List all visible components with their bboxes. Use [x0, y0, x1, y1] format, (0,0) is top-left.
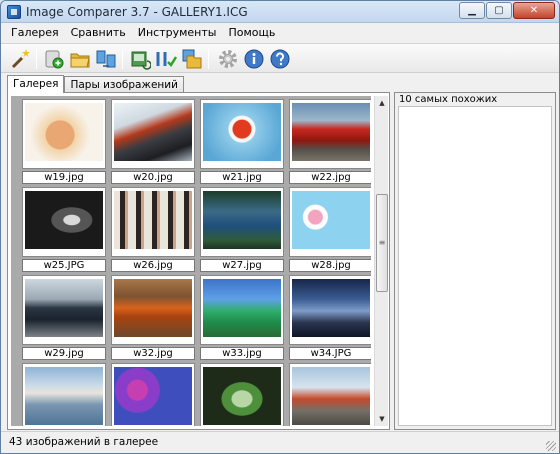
thumbnail-caption: w25.JPG — [22, 259, 106, 272]
menu-tools[interactable]: Инструменты — [132, 23, 223, 42]
gallery-item[interactable] — [22, 363, 106, 426]
thumbnail-image — [203, 191, 281, 249]
gallery-grid: w19.jpg w20.jpg w21.jpg w22.jpg w25.JPG — [11, 96, 371, 426]
thumbnail-caption: w28.jpg — [289, 259, 371, 272]
thumbnail-caption: w19.jpg — [22, 171, 106, 184]
thumbnail-caption: w27.jpg — [200, 259, 284, 272]
gallery-item[interactable]: w20.jpg — [111, 99, 195, 185]
thumbnail-caption: w20.jpg — [111, 171, 195, 184]
thumbnail-image — [203, 103, 281, 161]
scroll-down-arrow-icon[interactable]: ▼ — [375, 412, 389, 426]
similar-panel-title: 10 самых похожих — [399, 94, 498, 105]
add-gallery-icon[interactable] — [43, 48, 65, 70]
title-bar[interactable]: Image Comparer 3.7 - GALLERY1.ICG ▁ ▢ ✕ — [1, 1, 559, 23]
gallery-item[interactable]: w34.JPG — [289, 275, 371, 361]
thumbnail-image — [25, 367, 103, 425]
thumbnail-caption: w29.jpg — [22, 347, 106, 360]
thumbnail-caption: w21.jpg — [200, 171, 284, 184]
thumbnail-image — [203, 367, 281, 425]
thumbnail-image — [114, 191, 192, 249]
open-pairs-icon[interactable] — [181, 48, 203, 70]
thumbnail-image — [25, 103, 103, 161]
thumbnail-caption: w26.jpg — [111, 259, 195, 272]
compare-pairs-icon[interactable] — [155, 48, 177, 70]
scroll-up-arrow-icon[interactable]: ▲ — [375, 96, 389, 110]
gallery-panel: w19.jpg w20.jpg w21.jpg w22.jpg w25.JPG — [7, 92, 390, 430]
toolbar — [1, 43, 559, 73]
gallery-item[interactable] — [111, 363, 195, 426]
thumbnail-image — [25, 191, 103, 249]
thumbnail-image — [292, 103, 370, 161]
menu-help[interactable]: Помощь — [222, 23, 281, 42]
status-bar: 43 изображений в галерее — [1, 431, 559, 453]
gallery-item[interactable]: w29.jpg — [22, 275, 106, 361]
gallery-item[interactable]: w21.jpg — [200, 99, 284, 185]
resize-grip-icon[interactable] — [546, 441, 556, 451]
compare-icon[interactable] — [95, 48, 117, 70]
thumbnail-image — [114, 367, 192, 425]
similar-images-list[interactable] — [398, 106, 552, 426]
minimize-button[interactable]: ▁ — [459, 2, 485, 19]
thumbnail-image — [292, 367, 370, 425]
thumbnail-caption: w22.jpg — [289, 171, 371, 184]
settings-icon[interactable] — [217, 48, 239, 70]
thumbnail-image — [292, 279, 370, 337]
thumbnail-image — [292, 191, 370, 249]
gallery-item[interactable]: w32.jpg — [111, 275, 195, 361]
window-title: Image Comparer 3.7 - GALLERY1.ICG — [26, 5, 248, 19]
thumbnail-caption: w34.JPG — [289, 347, 371, 360]
thumbnail-caption: w32.jpg — [111, 347, 195, 360]
open-folder-icon[interactable] — [69, 48, 91, 70]
tab-strip: Галерея Пары изображений — [7, 75, 184, 93]
gallery-item[interactable] — [289, 363, 371, 426]
menu-compare[interactable]: Сравнить — [65, 23, 132, 42]
gallery-item[interactable]: w33.jpg — [200, 275, 284, 361]
thumbnail-image — [25, 279, 103, 337]
thumbnail-caption: w33.jpg — [200, 347, 284, 360]
thumbnail-image — [114, 279, 192, 337]
gallery-item[interactable]: w25.JPG — [22, 187, 106, 273]
magic-wand-icon[interactable] — [9, 48, 31, 70]
gallery-scrollbar[interactable]: ▲ ≡ ▼ — [374, 96, 388, 426]
thumbnail-image — [203, 279, 281, 337]
close-button[interactable]: ✕ — [513, 2, 555, 19]
app-icon — [7, 5, 21, 19]
gallery-item[interactable]: w28.jpg — [289, 187, 371, 273]
gallery-item[interactable] — [200, 363, 284, 426]
tab-image-pairs[interactable]: Пары изображений — [64, 76, 184, 93]
gallery-item[interactable]: w26.jpg — [111, 187, 195, 273]
menu-bar: Галерея Сравнить Инструменты Помощь — [1, 23, 559, 42]
help-icon[interactable] — [269, 48, 291, 70]
maximize-button[interactable]: ▢ — [486, 2, 512, 19]
gallery-item[interactable]: w22.jpg — [289, 99, 371, 185]
app-window: Image Comparer 3.7 - GALLERY1.ICG ▁ ▢ ✕ … — [0, 0, 560, 454]
similar-images-panel: 10 самых похожих — [394, 92, 556, 430]
gallery-item[interactable]: w19.jpg — [22, 99, 106, 185]
scroll-thumb[interactable]: ≡ — [376, 194, 388, 292]
thumbnail-image — [114, 103, 192, 161]
menu-gallery[interactable]: Галерея — [5, 23, 65, 42]
info-icon[interactable] — [243, 48, 265, 70]
gallery-item[interactable]: w27.jpg — [200, 187, 284, 273]
tab-gallery[interactable]: Галерея — [7, 75, 65, 93]
status-text: 43 изображений в галерее — [9, 436, 159, 448]
refresh-gallery-icon[interactable] — [129, 48, 151, 70]
